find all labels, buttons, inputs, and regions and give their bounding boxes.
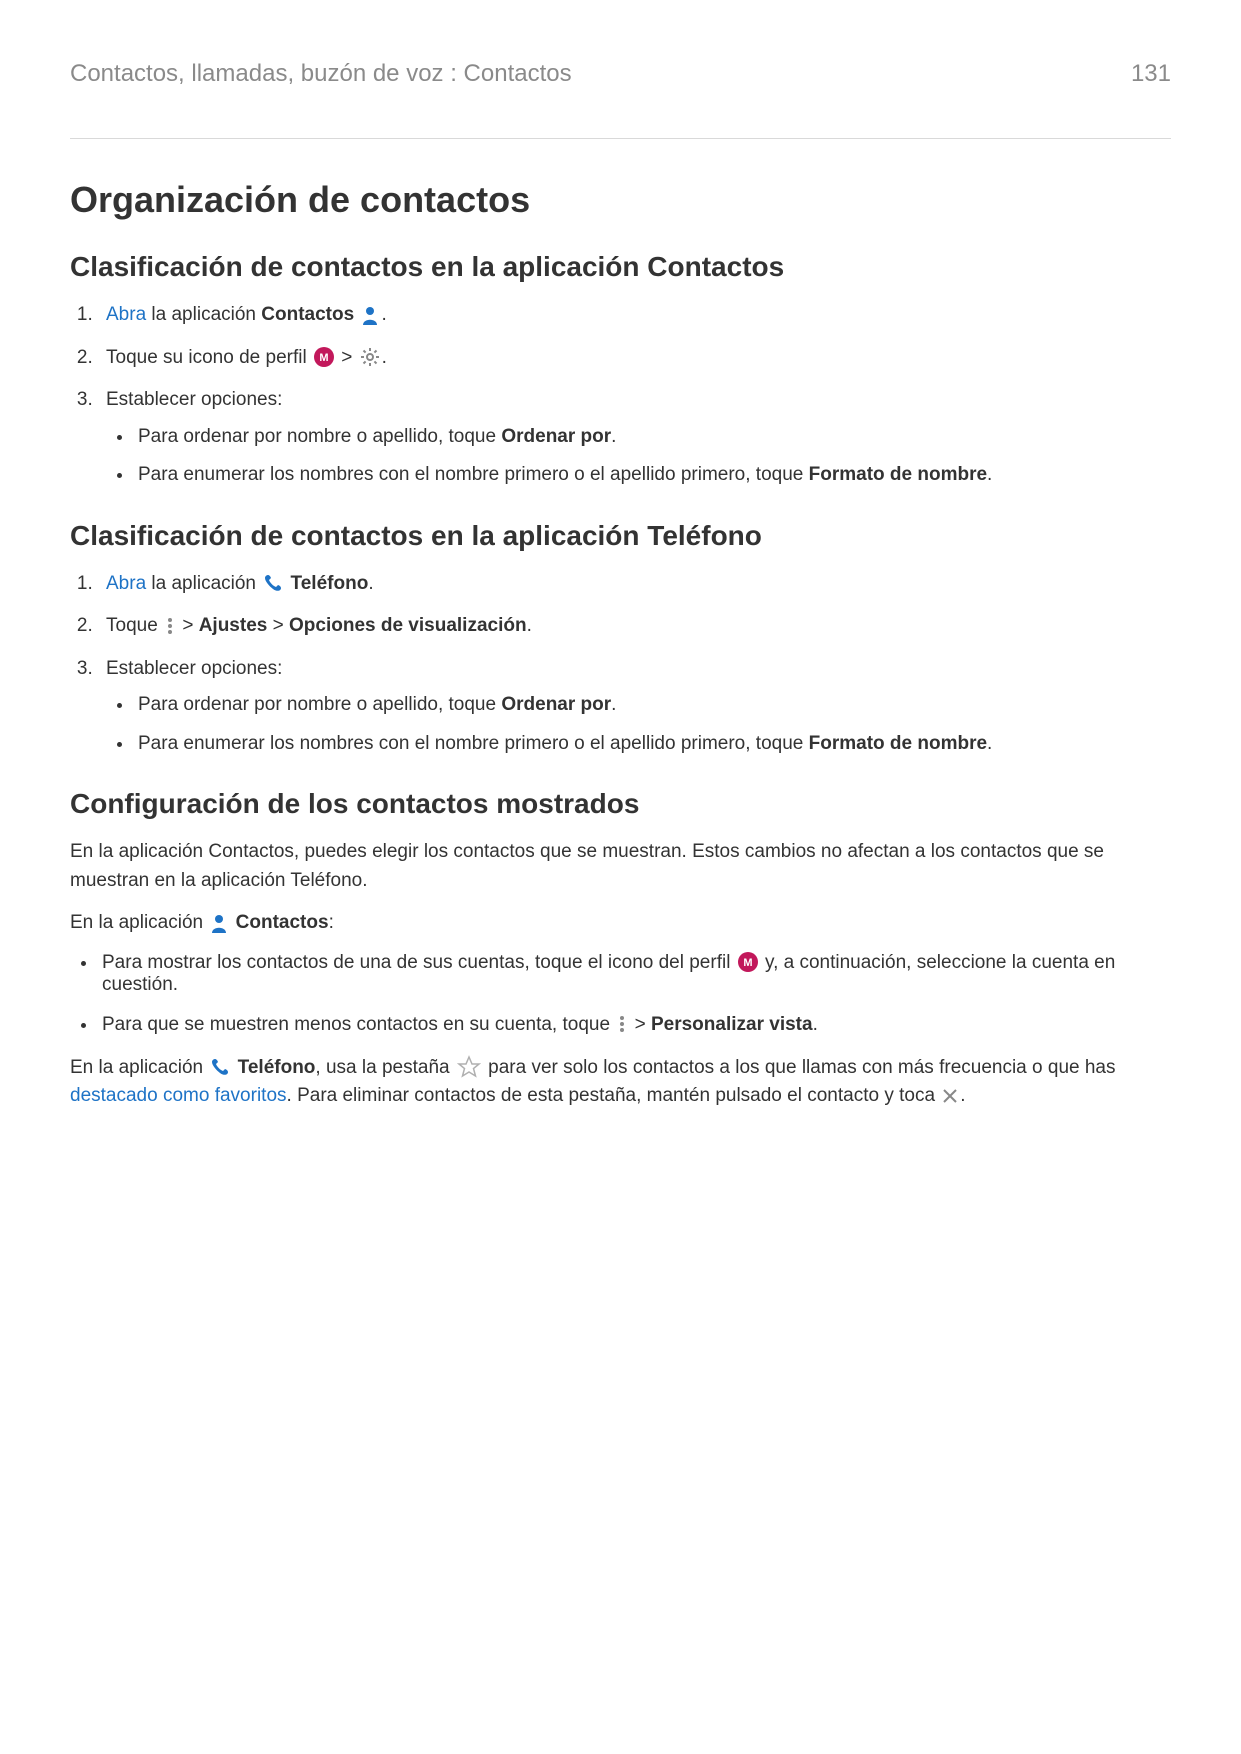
- menu-label: Personalizar vista: [651, 1014, 813, 1035]
- option-label: Ordenar por: [501, 426, 611, 447]
- phone-app-icon: [210, 1057, 230, 1077]
- text: la aplicación: [146, 304, 261, 325]
- phone-app-icon: [263, 573, 283, 593]
- text: la aplicación: [146, 573, 261, 594]
- star-outline-icon: [457, 1055, 481, 1079]
- app-name-contacts: Contactos: [236, 912, 329, 933]
- section-heading-phone-sort: Clasificación de contactos en la aplicac…: [70, 520, 1171, 552]
- options-list: Para ordenar por nombre o apellido, toqu…: [106, 423, 1171, 490]
- list-item: Para enumerar los nombres con el nombre …: [134, 461, 1171, 490]
- more-vert-icon: [617, 1014, 627, 1034]
- text: .: [527, 615, 532, 636]
- text: .: [813, 1014, 818, 1035]
- paragraph: En la aplicación Contactos:: [70, 909, 1171, 938]
- list-item: Para que se muestren menos contactos en …: [98, 1014, 1171, 1036]
- svg-text:M: M: [319, 352, 328, 364]
- text: .: [960, 1085, 965, 1106]
- text: >: [635, 1014, 651, 1035]
- app-name-phone: Teléfono: [238, 1057, 316, 1078]
- option-label: Ordenar por: [501, 694, 611, 715]
- section-heading-contacts-sort: Clasificación de contactos en la aplicac…: [70, 251, 1171, 283]
- text: Para enumerar los nombres con el nombre …: [138, 464, 809, 485]
- options-list: Para ordenar por nombre o apellido, toqu…: [106, 691, 1171, 758]
- page-header: Contactos, llamadas, buzón de voz : Cont…: [70, 60, 1171, 139]
- page-title: Organización de contactos: [70, 179, 1171, 221]
- list-item: Para ordenar por nombre o apellido, toqu…: [134, 691, 1171, 720]
- option-label: Formato de nombre: [809, 464, 987, 485]
- menu-label: Ajustes: [199, 615, 268, 636]
- text: :: [329, 912, 334, 933]
- text: En la aplicación: [70, 1057, 208, 1078]
- text: En la aplicación: [70, 912, 208, 933]
- paragraph: En la aplicación Contactos, puedes elegi…: [70, 838, 1171, 895]
- step-item: Abra la aplicación Contactos .: [98, 301, 1171, 330]
- breadcrumb: Contactos, llamadas, buzón de voz : Cont…: [70, 60, 572, 88]
- open-link[interactable]: Abra: [106, 573, 146, 594]
- option-label: Formato de nombre: [809, 733, 987, 754]
- text: .: [611, 426, 616, 447]
- steps-list: Abra la aplicación Teléfono. Toque > Aju…: [70, 570, 1171, 759]
- page-number: 131: [1131, 60, 1171, 88]
- text: >: [182, 615, 198, 636]
- steps-list: Abra la aplicación Contactos . Toque su …: [70, 301, 1171, 490]
- text: .: [987, 464, 992, 485]
- text: >: [341, 347, 357, 368]
- open-link[interactable]: Abra: [106, 304, 146, 325]
- contacts-app-icon: [361, 305, 379, 325]
- text: Para ordenar por nombre o apellido, toqu…: [138, 426, 501, 447]
- text: >: [267, 615, 289, 636]
- app-name-contacts: Contactos: [261, 304, 354, 325]
- text: Toque: [106, 615, 163, 636]
- section-heading-displayed: Configuración de los contactos mostrados: [70, 788, 1171, 820]
- list-item: Para enumerar los nombres con el nombre …: [134, 730, 1171, 759]
- gear-icon: [360, 347, 380, 367]
- text: Establecer opciones:: [106, 389, 282, 410]
- step-item: Establecer opciones: Para ordenar por no…: [98, 386, 1171, 490]
- text: Establecer opciones:: [106, 658, 282, 679]
- menu-label: Opciones de visualización: [289, 615, 527, 636]
- text: Para enumerar los nombres con el nombre …: [138, 733, 809, 754]
- step-item: Toque su icono de perfil M > .: [98, 344, 1171, 373]
- favorites-link[interactable]: destacado como favoritos: [70, 1085, 287, 1106]
- text: Toque su icono de perfil: [106, 347, 312, 368]
- text: para ver solo los contactos a los que ll…: [488, 1057, 1115, 1078]
- list-item: Para ordenar por nombre o apellido, toqu…: [134, 423, 1171, 452]
- text: .: [611, 694, 616, 715]
- text: .: [381, 304, 386, 325]
- profile-m-icon: M: [314, 347, 334, 367]
- step-item: Abra la aplicación Teléfono.: [98, 570, 1171, 599]
- paragraph: En la aplicación Teléfono, usa la pestañ…: [70, 1054, 1171, 1111]
- text: .: [987, 733, 992, 754]
- app-name-phone: Teléfono: [291, 573, 369, 594]
- options-list: Para mostrar los contactos de una de sus…: [70, 952, 1171, 1036]
- text: Para mostrar los contactos de una de sus…: [102, 952, 736, 973]
- step-item: Establecer opciones: Para ordenar por no…: [98, 655, 1171, 759]
- text: .: [368, 573, 373, 594]
- profile-m-icon: M: [738, 952, 758, 972]
- close-icon: [942, 1088, 958, 1104]
- svg-text:M: M: [743, 957, 752, 969]
- text: . Para eliminar contactos de esta pestañ…: [287, 1085, 941, 1106]
- contacts-app-icon: [210, 913, 228, 933]
- more-vert-icon: [165, 616, 175, 636]
- list-item: Para mostrar los contactos de una de sus…: [98, 952, 1171, 996]
- text: .: [382, 347, 387, 368]
- text: Para que se muestren menos contactos en …: [102, 1014, 615, 1035]
- text: Para ordenar por nombre o apellido, toqu…: [138, 694, 501, 715]
- step-item: Toque > Ajustes > Opciones de visualizac…: [98, 612, 1171, 641]
- text: , usa la pestaña: [315, 1057, 454, 1078]
